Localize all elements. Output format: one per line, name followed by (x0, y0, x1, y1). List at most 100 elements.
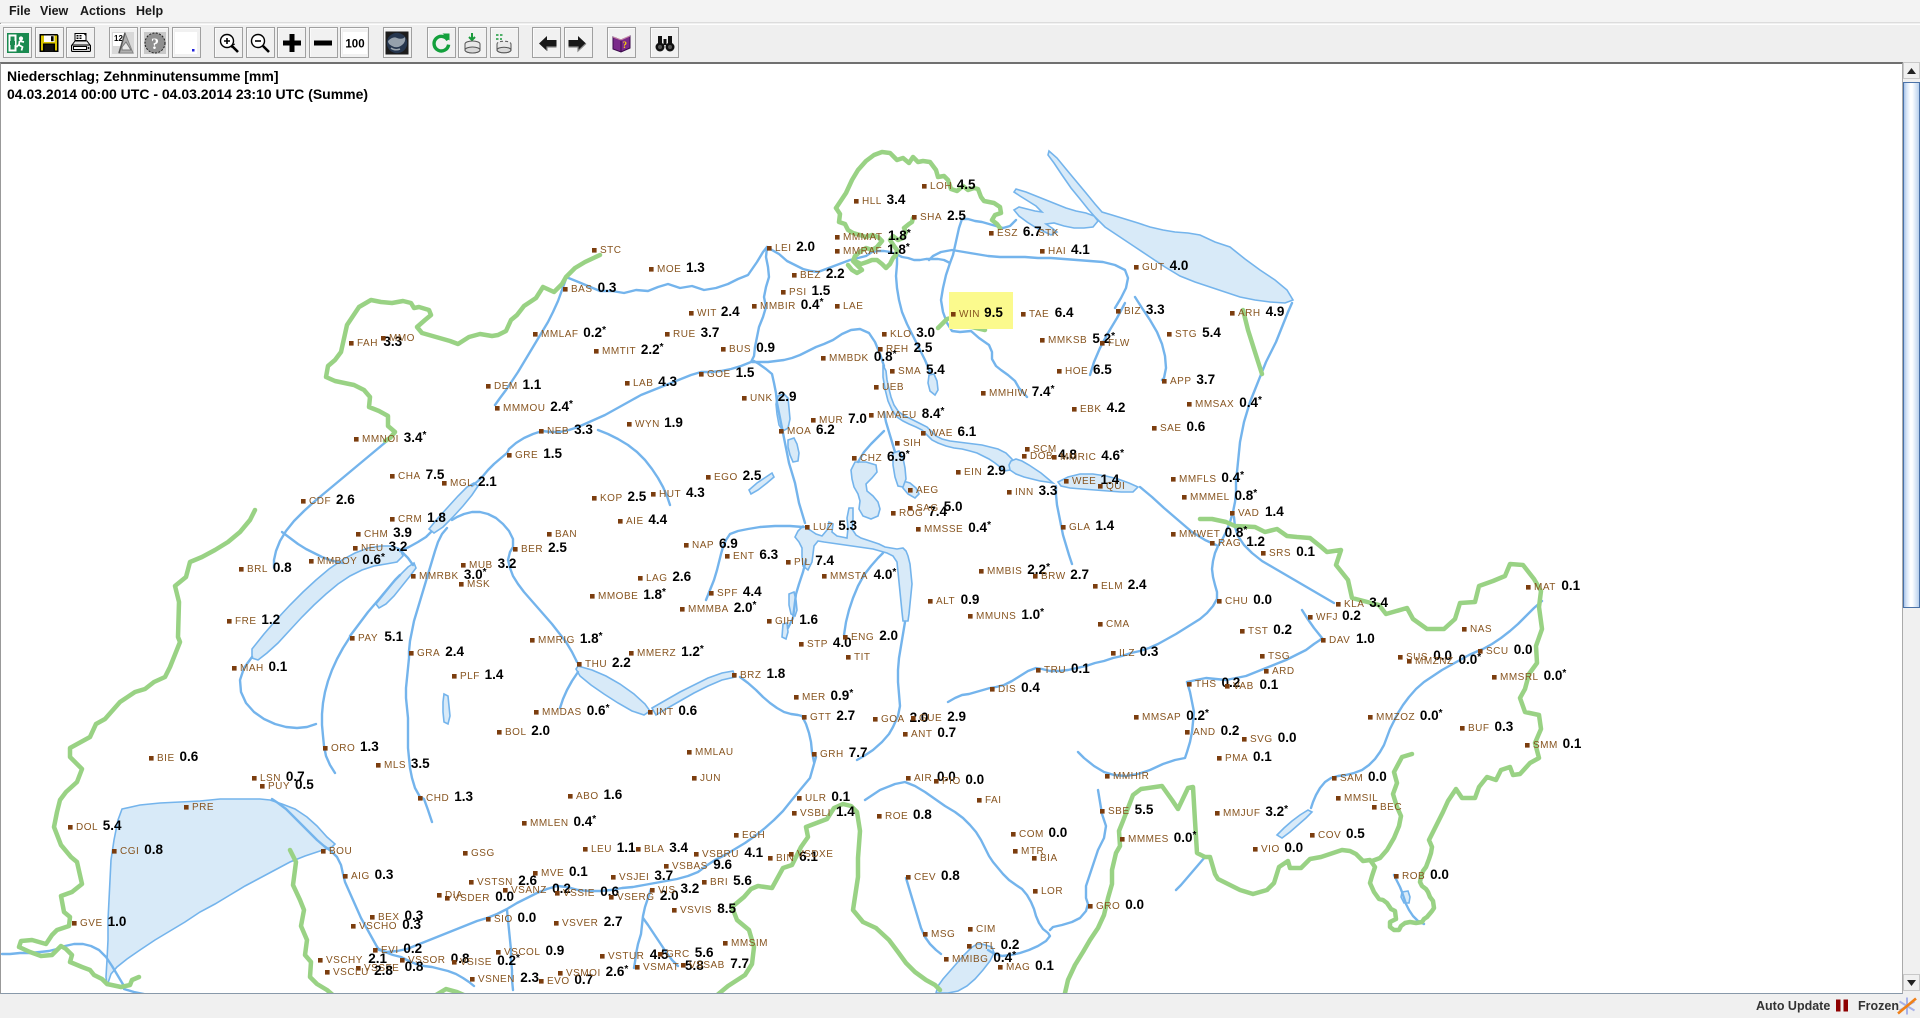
svg-text:RAG: RAG (1218, 538, 1241, 549)
svg-text:MMBIS: MMBIS (987, 566, 1022, 577)
svg-text:0.1: 0.1 (1035, 958, 1054, 973)
svg-text:VSVIS: VSVIS (680, 905, 712, 916)
svg-text:NAP: NAP (692, 540, 714, 551)
svg-text:PIO: PIO (942, 776, 961, 787)
svg-text:3.3: 3.3 (574, 422, 593, 437)
svg-text:MMZNZ: MMZNZ (1415, 656, 1454, 667)
svg-text:3.4: 3.4 (887, 192, 906, 207)
svg-text:0.0: 0.0 (1049, 825, 1068, 840)
svg-text:1.6: 1.6 (604, 787, 623, 802)
svg-text:DIS: DIS (998, 684, 1016, 695)
svg-text:0.0*: 0.0* (1420, 708, 1443, 723)
svg-text:0.0: 0.0 (1430, 867, 1449, 882)
svg-text:BER: BER (521, 544, 543, 555)
svg-text:ESZ: ESZ (997, 228, 1018, 239)
svg-text:3.7: 3.7 (654, 868, 673, 883)
svg-text:7.4: 7.4 (815, 553, 834, 568)
svg-text:1.3: 1.3 (360, 739, 379, 754)
svg-text:MMSSE: MMSSE (924, 524, 963, 535)
svg-text:8.5: 8.5 (717, 901, 736, 916)
svg-text:DAV: DAV (1329, 635, 1350, 646)
svg-text:3.2: 3.2 (498, 556, 517, 571)
svg-text:SMM: SMM (1533, 740, 1558, 751)
svg-text:0.5: 0.5 (1346, 826, 1365, 841)
svg-text:SIH: SIH (903, 438, 921, 449)
svg-text:0.4: 0.4 (1021, 680, 1040, 695)
svg-text:9.6: 9.6 (713, 857, 732, 872)
svg-text:ORO: ORO (331, 743, 355, 754)
svg-text:4.2: 4.2 (1107, 400, 1126, 415)
svg-text:7.7: 7.7 (730, 956, 749, 971)
svg-text:MER: MER (802, 692, 826, 703)
svg-text:GRA: GRA (417, 648, 440, 659)
svg-text:ARD: ARD (1272, 666, 1295, 677)
svg-text:SHA: SHA (920, 212, 942, 223)
svg-text:ENG: ENG (851, 632, 874, 643)
svg-text:0.3: 0.3 (1495, 719, 1514, 734)
svg-text:2.4: 2.4 (1128, 577, 1147, 592)
svg-text:1.8*: 1.8* (580, 631, 603, 646)
svg-text:HAI: HAI (1048, 246, 1066, 257)
svg-text:4.0: 4.0 (833, 635, 852, 650)
svg-text:1.4: 1.4 (1265, 504, 1284, 519)
svg-text:GUE: GUE (919, 713, 942, 724)
svg-text:0.4*: 0.4* (1221, 470, 1244, 485)
svg-text:PLF: PLF (460, 671, 480, 682)
svg-text:0.3: 0.3 (375, 867, 394, 882)
svg-text:MSG: MSG (931, 929, 955, 940)
svg-text:3.2: 3.2 (681, 881, 700, 896)
svg-text:MMMBA: MMMBA (688, 604, 729, 615)
svg-text:FAI: FAI (985, 795, 1002, 806)
svg-text:3.3: 3.3 (1146, 302, 1165, 317)
svg-text:1.1: 1.1 (523, 377, 542, 392)
svg-text:BAN: BAN (555, 529, 577, 540)
svg-text:BEC: BEC (1380, 802, 1402, 813)
svg-text:2.5: 2.5 (914, 340, 933, 355)
svg-text:VIO: VIO (1261, 844, 1280, 855)
svg-text:MMRBK: MMRBK (419, 571, 459, 582)
svg-text:0.3: 0.3 (598, 280, 617, 295)
svg-text:5.3: 5.3 (838, 518, 857, 533)
svg-text:VAD: VAD (1238, 508, 1259, 519)
svg-text:0.0: 0.0 (1368, 769, 1387, 784)
svg-text:0.5: 0.5 (295, 777, 314, 792)
svg-text:DOB: DOB (1030, 451, 1053, 462)
svg-text:LAE: LAE (843, 301, 863, 312)
svg-text:TST: TST (1248, 626, 1268, 637)
svg-text:1.8*: 1.8* (643, 587, 666, 602)
svg-text:0.8*: 0.8* (874, 349, 897, 364)
svg-text:1.0: 1.0 (1356, 631, 1375, 646)
svg-text:5.5: 5.5 (1135, 802, 1154, 817)
svg-text:CHZ: CHZ (860, 453, 882, 464)
svg-text:BAS: BAS (571, 284, 593, 295)
svg-text:BLA: BLA (644, 844, 664, 855)
svg-text:VSBAS: VSBAS (672, 861, 708, 872)
svg-text:TAE: TAE (1029, 309, 1049, 320)
svg-text:1.4: 1.4 (1095, 518, 1114, 533)
svg-text:0.0: 0.0 (518, 910, 537, 925)
svg-text:AIE: AIE (626, 516, 644, 527)
svg-text:0.4*: 0.4* (1239, 395, 1262, 410)
svg-text:AIR: AIR (914, 773, 932, 784)
svg-text:APP: APP (1170, 376, 1192, 387)
svg-text:3.2: 3.2 (389, 539, 408, 554)
svg-text:STG: STG (1175, 329, 1197, 340)
svg-text:TIT: TIT (854, 652, 871, 663)
svg-text:LAG: LAG (646, 573, 668, 584)
svg-text:3.7: 3.7 (1196, 372, 1215, 387)
svg-text:3.2*: 3.2* (1265, 804, 1288, 819)
svg-text:0.1: 0.1 (1260, 677, 1279, 692)
svg-text:0.4*: 0.4* (574, 814, 597, 829)
svg-text:BIZ: BIZ (1124, 306, 1141, 317)
svg-text:1.6: 1.6 (799, 612, 818, 627)
svg-text:AEG: AEG (916, 485, 939, 496)
svg-text:4.5: 4.5 (957, 177, 976, 192)
svg-text:?: ? (151, 36, 159, 53)
svg-text:CGI: CGI (120, 846, 139, 857)
svg-text:COM: COM (1019, 829, 1044, 840)
svg-text:VSCOL: VSCOL (504, 947, 540, 958)
svg-text:1.5: 1.5 (543, 446, 562, 461)
svg-text:VSCLU: VSCLU (333, 967, 369, 978)
svg-text:MMSAX: MMSAX (1195, 399, 1234, 410)
svg-text:4.0: 4.0 (1170, 258, 1189, 273)
